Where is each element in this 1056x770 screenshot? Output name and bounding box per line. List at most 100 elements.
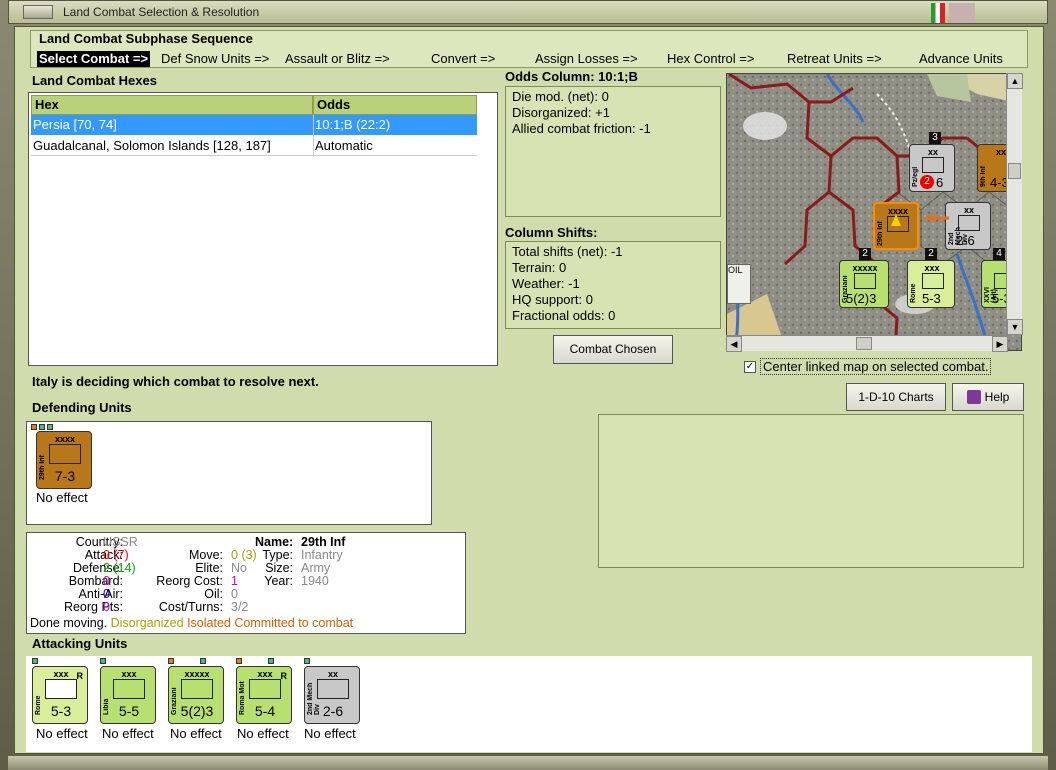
attacking-unit-libia[interactable]: xxx Libia 5-5: [100, 666, 156, 724]
unit-strength: 5(2)3: [180, 703, 214, 719]
antiair-value: 0: [103, 587, 110, 601]
done-moving-text: Done moving.: [30, 616, 108, 630]
step-assault-or-blitz[interactable]: Assault or Blitz =>: [285, 51, 390, 67]
scroll-right-icon[interactable]: ▶: [992, 336, 1008, 352]
center-map-label[interactable]: Center linked map on selected combat.: [760, 358, 992, 375]
attack-value: 0: [103, 548, 110, 562]
column-header-hex[interactable]: Hex: [31, 95, 313, 115]
unit-size: xx: [963, 205, 974, 215]
hexes-table: Hex Odds Persia [70, 74] 10:1;B (22:2) G…: [28, 92, 498, 366]
attacking-units-panel: xxx R Rome 5-3 No effect xxx Libia 5-5 N…: [26, 656, 1032, 752]
attacking-result: No effect: [237, 726, 289, 741]
move-value: 0: [231, 548, 238, 562]
map-unit-rome[interactable]: xxx Rome 5-3: [907, 260, 955, 308]
map-vertical-scrollbar[interactable]: ▲ ▼: [1006, 73, 1023, 335]
system-menu-button[interactable]: [23, 5, 53, 19]
subphase-sequence: Land Combat Subphase Sequence Select Com…: [30, 30, 1028, 68]
status-pip: [268, 658, 274, 664]
status-text: Italy is deciding which combat to resolv…: [32, 374, 319, 389]
scroll-down-icon[interactable]: ▼: [1007, 319, 1023, 335]
reorg-pts-value: 0: [103, 600, 110, 614]
unit-size: xxxxx: [184, 669, 210, 679]
status-pip: [236, 658, 242, 664]
move-label: Move:: [188, 548, 223, 562]
year-label: Year:: [264, 574, 293, 588]
step-retreat-units[interactable]: Retreat Units =>: [787, 51, 882, 67]
total-shifts-text: Total shifts (net): -1: [512, 244, 623, 259]
reorg-cost-value: 1: [231, 574, 238, 588]
charts-button[interactable]: 1-D-10 Charts: [846, 383, 946, 411]
map-horizontal-scrollbar[interactable]: ◀ ▶: [726, 335, 1008, 352]
combat-result-panel: [598, 414, 1024, 568]
reorg-pts-label: Reorg Pts:: [63, 600, 123, 614]
title-bar[interactable]: Land Combat Selection & Resolution: [8, 0, 1048, 24]
table-row[interactable]: Guadalcanal, Solomon Islands [128, 187] …: [31, 136, 477, 156]
center-map-checkbox[interactable]: ✓: [744, 361, 756, 373]
step-select-combat[interactable]: Select Combat =>: [37, 51, 151, 67]
attacking-unit-rome[interactable]: xxx R Rome 5-3: [32, 666, 88, 724]
stack-count: 2: [859, 248, 871, 260]
reorg-cost-label: Reorg Cost:: [156, 574, 223, 588]
window-title: Land Combat Selection & Resolution: [63, 5, 260, 19]
unit-strength: 2-6: [322, 703, 344, 719]
bombard-value: 0: [103, 574, 110, 588]
elite-value: No: [231, 561, 247, 575]
type-label: Type:: [262, 548, 293, 562]
status-pip: [31, 424, 37, 430]
unit-strength: 2-6: [956, 233, 975, 248]
attacking-result: No effect: [102, 726, 154, 741]
sequence-heading: Land Combat Subphase Sequence: [39, 31, 253, 46]
defense-base-value: (14): [113, 561, 136, 575]
hq-support-text: HQ support: 0: [512, 292, 593, 307]
step-assign-losses[interactable]: Assign Losses =>: [535, 51, 638, 67]
unit-name: Rome: [910, 283, 917, 303]
vertical-scroll-thumb[interactable]: [1008, 163, 1021, 179]
linked-map[interactable]: xx Pz/egl 2 6 3 xx 9th Inf 4-3 xxxx 29th…: [726, 73, 1022, 351]
attacking-unit-roma-mot[interactable]: xxx R Roma Mot 5-4: [236, 666, 292, 724]
antiair-label: Anti-Air:: [78, 587, 123, 601]
shifts-heading: Column Shifts:: [505, 225, 598, 240]
committed-status: Committed to combat: [234, 616, 354, 630]
map-unit-29th-inf[interactable]: xxxx 29th Inf: [873, 202, 919, 250]
defending-heading: Defending Units: [32, 400, 132, 415]
infantry-symbol-icon: [113, 679, 145, 699]
scroll-up-icon[interactable]: ▲: [1007, 73, 1023, 89]
scroll-left-icon[interactable]: ◀: [726, 336, 742, 352]
status-pip: [32, 658, 38, 664]
unit-size: xx: [927, 147, 938, 157]
attacking-unit-graziani[interactable]: xxxxx Graziani 5(2)3: [168, 666, 224, 724]
unit-badge: 2: [920, 175, 934, 189]
attacking-unit-2nd-mech[interactable]: xx 2nd Mech Div 2-6: [304, 666, 360, 724]
step-advance-units[interactable]: Advance Units: [919, 51, 1003, 67]
step-hex-control[interactable]: Hex Control =>: [667, 51, 754, 67]
unit-size: xxxxx: [852, 263, 878, 273]
map-unit-2nd-mech[interactable]: xx 2nd Mech Div 2-6: [945, 202, 991, 250]
step-def-snow-units[interactable]: Def Snow Units =>: [161, 51, 269, 67]
unit-symbol-icon: [922, 273, 944, 289]
step-convert[interactable]: Convert =>: [431, 51, 495, 67]
help-button[interactable]: Help: [952, 383, 1024, 411]
map-unit-graziani[interactable]: xxxxx Graziani 5(2)3: [839, 260, 889, 308]
horizontal-scroll-thumb[interactable]: [856, 337, 872, 350]
die-mod-text: Die mod. (net): 0: [512, 89, 609, 104]
move-base-value: (3): [241, 548, 257, 562]
status-pip: [168, 658, 174, 664]
map-unit-pz[interactable]: xx Pz/egl 2 6: [909, 144, 955, 192]
table-row[interactable]: Persia [70, 74] 10:1;B (22:2): [31, 115, 477, 135]
defending-units-panel: xxxx 29th Inf 7-3 No effect: [26, 421, 432, 525]
armor-symbol-icon: [181, 679, 213, 699]
unit-strength: 5-3: [50, 703, 72, 719]
unit-symbol-icon: [854, 273, 876, 289]
disorganized-status: Disorganized: [110, 616, 184, 630]
oil-resource-icon[interactable]: OIL: [727, 264, 751, 304]
stack-count: 4: [993, 248, 1005, 260]
combat-chosen-button[interactable]: Combat Chosen: [553, 335, 673, 364]
attacking-result: No effect: [170, 726, 222, 741]
help-book-icon: [967, 390, 981, 404]
defending-unit[interactable]: xxxx 29th Inf 7-3: [36, 431, 92, 489]
unit-info-panel: Country: USSR Name: 29th Inf Attack: 0 (…: [26, 532, 466, 634]
minimize-icon[interactable]: [949, 3, 975, 23]
column-header-odds[interactable]: Odds: [313, 95, 477, 115]
type-value: Infantry: [301, 548, 343, 562]
odds-heading: Odds Column: 10:1;B: [505, 69, 638, 84]
